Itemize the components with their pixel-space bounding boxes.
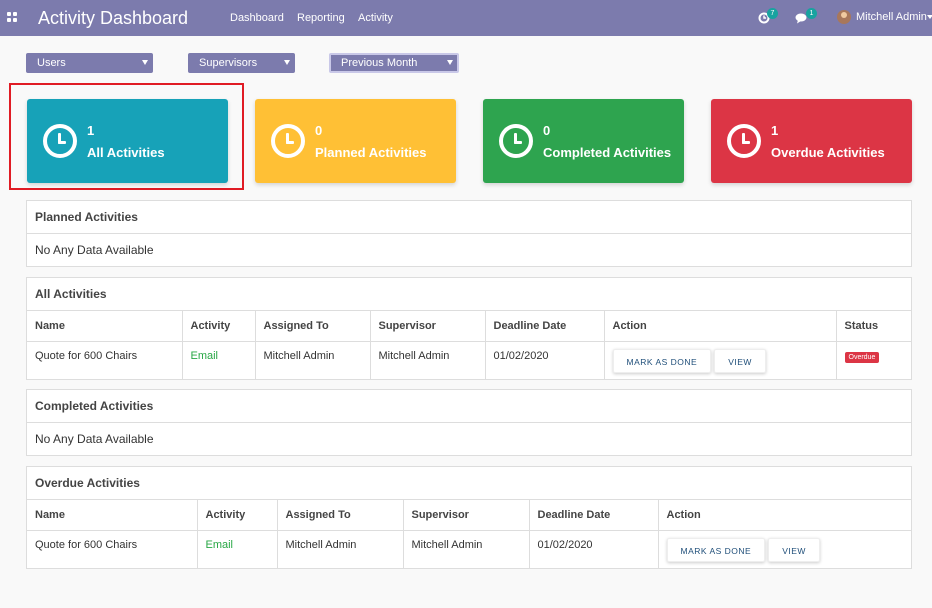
- column-header: Action: [604, 311, 837, 342]
- column-header: Status: [836, 311, 911, 342]
- activity-name: Quote for 600 Chairs: [27, 341, 183, 379]
- chevron-down-icon: [927, 15, 932, 19]
- completed-activities-panel: Completed Activities No Any Data Availab…: [26, 389, 912, 456]
- card-count: 0: [543, 123, 551, 138]
- column-header: Name: [27, 500, 198, 531]
- dropdown-arrow-icon: [142, 60, 148, 65]
- column-header: Activity: [197, 500, 278, 531]
- top-navbar: Activity Dashboard Dashboard Reporting A…: [0, 0, 932, 36]
- avatar: [837, 10, 851, 24]
- users-filter-label: Users: [37, 57, 66, 69]
- card-label: All Activities: [87, 145, 165, 160]
- all-activities-panel: All Activities Name Activity Assigned To…: [26, 277, 912, 380]
- deadline-date: 01/02/2020: [529, 530, 659, 568]
- view-button[interactable]: VIEW: [768, 537, 820, 562]
- activity-name: Quote for 600 Chairs: [27, 530, 198, 568]
- column-header: Activity: [182, 311, 256, 342]
- action-cell: MARK AS DONE VIEW: [658, 530, 911, 568]
- column-header: Assigned To: [255, 311, 371, 342]
- menu-reporting[interactable]: Reporting: [297, 11, 345, 25]
- column-header: Deadline Date: [485, 311, 605, 342]
- supervisor: Mitchell Admin: [370, 341, 486, 379]
- action-cell: MARK AS DONE VIEW: [604, 341, 837, 379]
- clock-icon: [43, 124, 77, 158]
- planned-activities-panel: Planned Activities No Any Data Available: [26, 200, 912, 267]
- card-count: 1: [771, 123, 779, 138]
- supervisors-filter-label: Supervisors: [199, 57, 258, 69]
- menu-activity[interactable]: Activity: [358, 11, 393, 25]
- card-label: Overdue Activities: [771, 145, 885, 160]
- app-title: Activity Dashboard: [38, 8, 189, 28]
- clock-icon: [499, 124, 533, 158]
- users-filter-select[interactable]: Users: [26, 53, 153, 73]
- view-button[interactable]: VIEW: [714, 348, 766, 373]
- clock-icon: [271, 124, 305, 158]
- supervisors-filter-select[interactable]: Supervisors: [188, 53, 295, 73]
- panel-title: Overdue Activities: [27, 467, 911, 500]
- column-header: Assigned To: [277, 500, 404, 531]
- activity-type: Email: [197, 530, 278, 568]
- mark-as-done-button[interactable]: MARK AS DONE: [612, 348, 712, 373]
- card-overdue-activities[interactable]: 1 Overdue Activities: [711, 99, 912, 183]
- column-header: Name: [27, 311, 183, 342]
- card-all-activities[interactable]: 1 All Activities: [27, 99, 228, 183]
- card-planned-activities[interactable]: 0 Planned Activities: [255, 99, 456, 183]
- overdue-activities-table: Name Activity Assigned To Supervisor Dea…: [27, 500, 911, 568]
- period-filter-label: Previous Month: [341, 57, 418, 69]
- table-header-row: Name Activity Assigned To Supervisor Dea…: [27, 500, 911, 531]
- apps-menu-icon[interactable]: [7, 12, 17, 22]
- menu-dashboard[interactable]: Dashboard: [230, 11, 284, 25]
- card-count: 0: [315, 123, 323, 138]
- column-header: Action: [658, 500, 911, 531]
- clock-icon: [727, 124, 761, 158]
- mark-as-done-button[interactable]: MARK AS DONE: [666, 537, 766, 562]
- panel-title: All Activities: [27, 278, 911, 311]
- table-row: Quote for 600 Chairs Email Mitchell Admi…: [27, 341, 911, 379]
- card-count: 1: [87, 123, 95, 138]
- status-badge: Overdue: [844, 351, 880, 363]
- empty-message: No Any Data Available: [35, 243, 154, 257]
- deadline-date: 01/02/2020: [485, 341, 605, 379]
- all-activities-table: Name Activity Assigned To Supervisor Dea…: [27, 311, 911, 379]
- assigned-to: Mitchell Admin: [277, 530, 404, 568]
- card-completed-activities[interactable]: 0 Completed Activities: [483, 99, 684, 183]
- user-name: Mitchell Admin: [856, 11, 927, 23]
- period-filter-select[interactable]: Previous Month: [329, 53, 459, 73]
- card-label: Planned Activities: [315, 145, 427, 160]
- empty-message: No Any Data Available: [35, 432, 154, 446]
- column-header: Supervisor: [370, 311, 486, 342]
- activity-type: Email: [182, 341, 256, 379]
- column-header: Deadline Date: [529, 500, 659, 531]
- dropdown-arrow-icon: [447, 60, 453, 65]
- activity-systray[interactable]: 7: [758, 8, 780, 28]
- assigned-to: Mitchell Admin: [255, 341, 371, 379]
- supervisor: Mitchell Admin: [403, 530, 530, 568]
- overdue-activities-panel: Overdue Activities Name Activity Assigne…: [26, 466, 912, 569]
- message-count-badge: 1: [806, 8, 817, 19]
- card-label: Completed Activities: [543, 145, 672, 160]
- messaging-systray[interactable]: 1: [795, 8, 819, 28]
- activity-count-badge: 7: [767, 8, 778, 19]
- panel-title: Completed Activities: [27, 390, 911, 423]
- table-row: Quote for 600 Chairs Email Mitchell Admi…: [27, 530, 911, 568]
- dropdown-arrow-icon: [284, 60, 290, 65]
- column-header: Supervisor: [403, 500, 530, 531]
- status-cell: Overdue: [836, 341, 911, 379]
- table-header-row: Name Activity Assigned To Supervisor Dea…: [27, 311, 911, 342]
- panel-title: Planned Activities: [27, 201, 911, 234]
